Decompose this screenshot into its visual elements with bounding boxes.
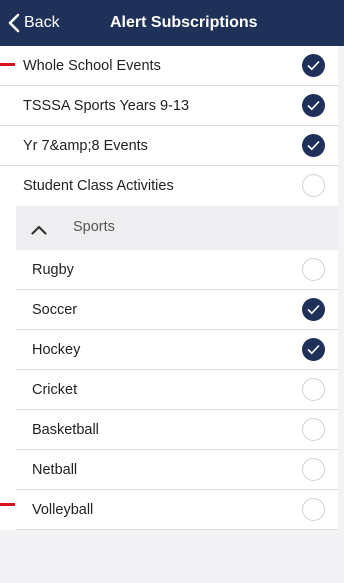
checkmark-icon[interactable] bbox=[302, 298, 325, 321]
unchecked-circle-icon[interactable] bbox=[302, 174, 325, 197]
subscription-label: Student Class Activities bbox=[23, 178, 174, 194]
sport-label: Hockey bbox=[32, 341, 81, 358]
sport-label: Volleyball bbox=[32, 501, 94, 518]
unchecked-circle-icon[interactable] bbox=[302, 458, 325, 481]
checkmark-icon[interactable] bbox=[302, 338, 325, 361]
chevron-up-icon bbox=[31, 222, 47, 240]
sport-label: Rugby bbox=[32, 261, 74, 278]
sport-label: Soccer bbox=[32, 301, 78, 318]
sports-section-header[interactable]: Sports bbox=[16, 206, 338, 250]
subscription-list: Whole School Events TSSSA Sports Years 9… bbox=[0, 46, 338, 530]
subscription-row-yr-7-8-events[interactable]: Yr 7&amp;8 Events bbox=[0, 126, 338, 166]
subscription-row-student-class-activities[interactable]: Student Class Activities bbox=[0, 166, 338, 206]
subscription-label: Whole School Events bbox=[23, 57, 161, 74]
subscription-label: TSSSA Sports Years 9-13 bbox=[23, 97, 190, 114]
subscription-label: Yr 7&amp;8 Events bbox=[23, 137, 148, 154]
checkmark-icon[interactable] bbox=[302, 134, 325, 157]
subscription-row-whole-school-events[interactable]: Whole School Events bbox=[0, 46, 338, 86]
sport-row-rugby[interactable]: Rugby bbox=[16, 250, 338, 290]
annotation-marker bbox=[0, 503, 15, 506]
annotation-marker bbox=[0, 63, 15, 66]
checkmark-icon[interactable] bbox=[302, 54, 325, 77]
back-label: Back bbox=[24, 14, 60, 31]
sport-label: Basketball bbox=[32, 421, 99, 438]
unchecked-circle-icon[interactable] bbox=[302, 378, 325, 401]
checkmark-icon[interactable] bbox=[302, 94, 325, 117]
back-button[interactable]: Back bbox=[8, 11, 60, 35]
sport-row-soccer[interactable]: Soccer bbox=[16, 290, 338, 330]
unchecked-circle-icon[interactable] bbox=[302, 498, 325, 521]
section-label: Sports bbox=[73, 219, 115, 235]
page-title: Alert Subscriptions bbox=[110, 14, 258, 31]
subscription-row-tsssa-sports[interactable]: TSSSA Sports Years 9-13 bbox=[0, 86, 338, 126]
nav-bar: Back Alert Subscriptions bbox=[0, 0, 344, 46]
sport-label: Cricket bbox=[32, 381, 78, 398]
unchecked-circle-icon[interactable] bbox=[302, 258, 325, 281]
sport-row-basketball[interactable]: Basketball bbox=[16, 410, 338, 450]
unchecked-circle-icon[interactable] bbox=[302, 418, 325, 441]
sport-row-hockey[interactable]: Hockey bbox=[16, 330, 338, 370]
sport-row-cricket[interactable]: Cricket bbox=[16, 370, 338, 410]
sport-row-volleyball[interactable]: Volleyball bbox=[16, 490, 338, 530]
sport-row-netball[interactable]: Netball bbox=[16, 450, 338, 490]
sport-label: Netball bbox=[32, 461, 78, 478]
chevron-left-icon bbox=[8, 13, 20, 33]
